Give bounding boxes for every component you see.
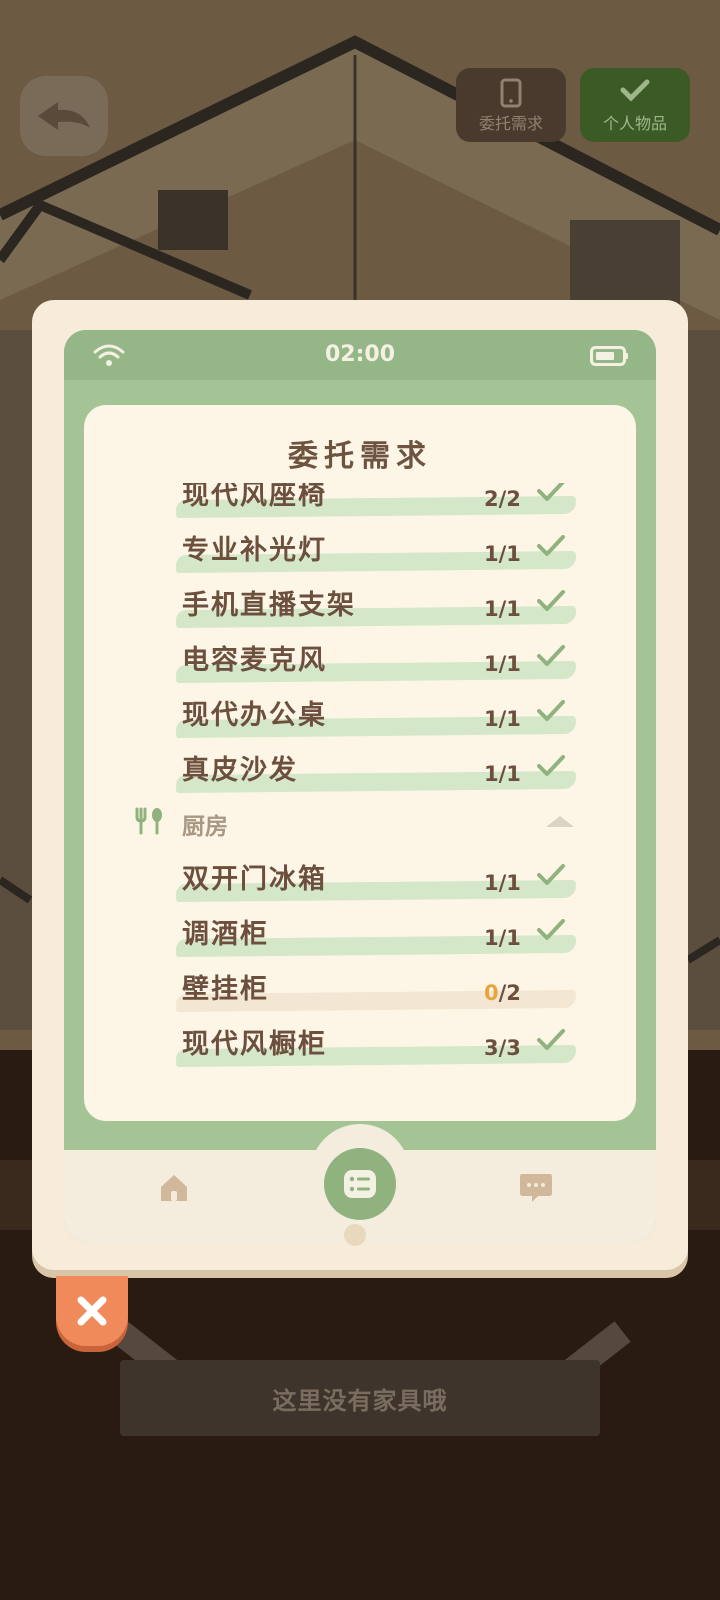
phone-screen: 02:00 委托需求 现代风座椅 2/2 专业补光灯 1/1 手机直播支架 1/…: [64, 330, 656, 1242]
status-bar: 02:00: [64, 330, 656, 380]
list-item: 专业补光灯 1/1: [84, 518, 636, 574]
personal-items-tab-button[interactable]: 个人物品: [580, 68, 690, 142]
item-count: 1/1: [484, 871, 521, 895]
item-count: 1/1: [484, 652, 521, 676]
item-name: 电容麦克风: [182, 645, 327, 676]
item-count: 2/2: [484, 487, 521, 511]
requests-list: 现代风座椅 2/2 专业补光灯 1/1 手机直播支架 1/1 电容麦克风 1/1…: [84, 483, 636, 1068]
list-item: 现代办公桌 1/1: [84, 683, 636, 739]
item-name: 专业补光灯: [182, 535, 327, 566]
item-name: 现代风橱柜: [182, 1029, 327, 1060]
list-item: 现代风橱柜 3/3: [84, 1012, 636, 1068]
close-button[interactable]: [56, 1276, 128, 1346]
section-label: 厨房: [182, 814, 228, 840]
check-icon: [537, 483, 565, 501]
requests-card: 委托需求 现代风座椅 2/2 专业补光灯 1/1 手机直播支架 1/1 电容麦克…: [84, 405, 636, 1121]
item-count: 0/2: [484, 981, 521, 1005]
check-icon: [620, 79, 650, 102]
item-count: 1/1: [484, 926, 521, 950]
nav-chat-button[interactable]: [512, 1164, 560, 1212]
item-name: 手机直播支架: [182, 590, 356, 621]
fork-spoon-icon: [135, 807, 162, 835]
item-name: 双开门冰箱: [182, 864, 327, 895]
nav-home-button[interactable]: [150, 1164, 198, 1212]
item-name: 真皮沙发: [182, 755, 298, 786]
list-item: 现代风座椅 2/2: [84, 483, 636, 519]
item-count: 1/1: [484, 597, 521, 621]
item-count: 1/1: [484, 762, 521, 786]
empty-furniture-message: 这里没有家具哦: [120, 1360, 600, 1436]
requests-tab-label: 委托需求: [478, 114, 543, 133]
check-icon: [537, 864, 565, 885]
personal-items-tab-label: 个人物品: [602, 114, 667, 133]
clock: 02:00: [324, 342, 396, 367]
phone-modal: 02:00 委托需求 现代风座椅 2/2 专业补光灯 1/1 手机直播支架 1/…: [32, 300, 688, 1270]
item-name: 调酒柜: [182, 919, 269, 950]
list-item: 壁挂柜 0/2: [84, 957, 636, 1013]
battery-icon: [590, 346, 628, 366]
item-count: 1/1: [484, 707, 521, 731]
requests-scroll-area[interactable]: 现代风座椅 2/2 专业补光灯 1/1 手机直播支架 1/1 电容麦克风 1/1…: [84, 483, 636, 1103]
item-name: 现代风座椅: [182, 483, 327, 511]
check-icon: [537, 919, 565, 940]
home-icon: [161, 1175, 187, 1201]
item-name: 现代办公桌: [182, 700, 327, 731]
close-icon: [77, 1296, 107, 1326]
chat-icon: [520, 1174, 552, 1202]
list-icon: [344, 1170, 376, 1198]
collapse-caret-icon[interactable]: [544, 813, 576, 829]
check-icon: [537, 535, 565, 556]
card-title: 委托需求: [288, 439, 432, 474]
phone-home-button[interactable]: [344, 1224, 366, 1246]
phone-icon: [500, 78, 522, 108]
list-item: 双开门冰箱 1/1: [84, 847, 636, 903]
back-arrow-icon: [38, 102, 90, 130]
check-icon: [537, 1029, 565, 1050]
check-icon: [537, 645, 565, 666]
item-name: 壁挂柜: [182, 974, 269, 1005]
list-item: 调酒柜 1/1: [84, 902, 636, 958]
list-item: 电容麦克风 1/1: [84, 628, 636, 684]
nav-requests-list-button[interactable]: [324, 1148, 396, 1220]
check-icon: [537, 590, 565, 611]
list-item: 手机直播支架 1/1: [84, 573, 636, 629]
check-icon: [537, 700, 565, 721]
list-item: 真皮沙发 1/1: [84, 738, 636, 794]
item-count: 1/1: [484, 542, 521, 566]
check-icon: [537, 755, 565, 776]
item-count: 3/3: [484, 1036, 521, 1060]
requests-tab-button[interactable]: 委托需求: [456, 68, 566, 142]
kitchen-section-header[interactable]: 厨房: [84, 793, 636, 847]
back-button[interactable]: [20, 76, 108, 156]
